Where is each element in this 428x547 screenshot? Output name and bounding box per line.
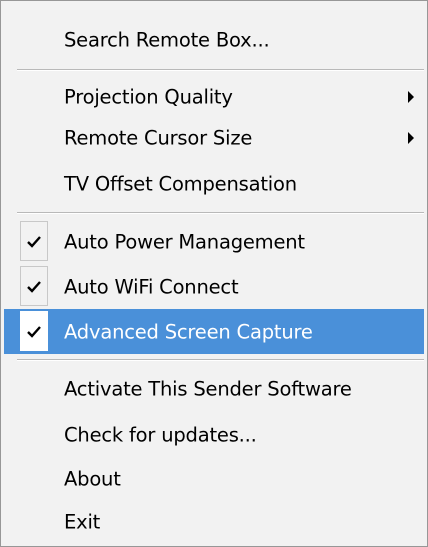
context-menu: Search Remote Box... Projection Quality … xyxy=(0,0,428,547)
menu-item-auto-power-management[interactable]: Auto Power Management xyxy=(4,219,424,264)
menu-item-label: Exit xyxy=(64,510,101,533)
menu-item-label: Auto WiFi Connect xyxy=(64,275,239,298)
menu-separator xyxy=(17,69,424,71)
menu-item-label: Auto Power Management xyxy=(64,230,305,253)
menu-item-remote-cursor-size[interactable]: Remote Cursor Size xyxy=(4,115,424,160)
menu-item-label: TV Offset Compensation xyxy=(64,172,297,195)
menu-item-search-remote-box[interactable]: Search Remote Box... xyxy=(4,17,424,62)
check-icon xyxy=(20,221,48,261)
menu-item-label: Advanced Screen Capture xyxy=(64,320,313,343)
menu-item-label: Check for updates... xyxy=(64,423,257,446)
menu-item-activate-sender-software[interactable]: Activate This Sender Software xyxy=(4,366,424,411)
menu-item-label: Projection Quality xyxy=(64,85,233,108)
menu-item-advanced-screen-capture[interactable]: Advanced Screen Capture xyxy=(4,309,424,354)
menu-separator xyxy=(17,212,424,214)
check-icon xyxy=(20,266,48,306)
menu-item-auto-wifi-connect[interactable]: Auto WiFi Connect xyxy=(4,264,424,309)
menu-item-tv-offset-compensation[interactable]: TV Offset Compensation xyxy=(4,161,424,206)
submenu-arrow-icon xyxy=(408,131,414,144)
submenu-arrow-icon xyxy=(408,90,414,103)
check-icon xyxy=(20,311,48,351)
menu-item-label: About xyxy=(64,467,121,490)
menu-item-projection-quality[interactable]: Projection Quality xyxy=(4,74,424,119)
menu-item-label: Activate This Sender Software xyxy=(64,377,352,400)
menu-item-label: Remote Cursor Size xyxy=(64,126,253,149)
menu-item-check-for-updates[interactable]: Check for updates... xyxy=(4,412,424,457)
menu-item-exit[interactable]: Exit xyxy=(4,499,424,544)
menu-item-label: Search Remote Box... xyxy=(64,28,270,51)
menu-item-about[interactable]: About xyxy=(4,456,424,501)
menu-separator xyxy=(17,359,424,361)
